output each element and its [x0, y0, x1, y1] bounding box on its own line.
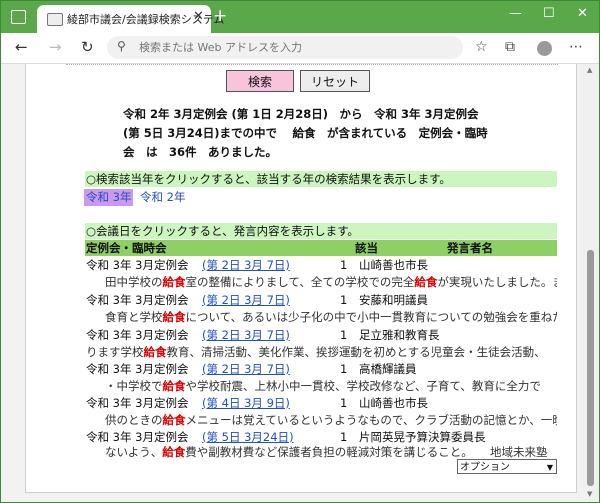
snippet-text: ります学校 — [86, 345, 144, 359]
row1-snippet: 田中学校の給食室の整備によりまして、全ての学校での完全給食が実現いたしました。ま — [105, 274, 557, 290]
option-select[interactable]: オプション ▼ — [457, 459, 557, 474]
row1-hits: 1 — [340, 258, 348, 272]
row2-snippet: 食育と学校給食について、あるいは少子化の中で小中一貫教育についての勉強会を重ねた — [105, 309, 557, 325]
snippet-text: 田中学校の — [105, 275, 163, 289]
table-header: 定例会・臨時会 該当 発言者名 — [85, 240, 557, 256]
page-scrollbar[interactable]: ▲ ▼ — [583, 64, 599, 502]
close-window-icon[interactable]: ✕ — [577, 6, 588, 21]
row2-speaker: 安藤和明議員 — [359, 293, 428, 307]
row1-session: 令和 3年 3月定例会 — [86, 258, 189, 272]
snippet-text: 供のときの — [105, 413, 163, 427]
row1-date-link[interactable]: (第 2日 3月 7日) — [202, 257, 290, 273]
row4-snippet: ・中学校で給食や学校耐震、上林小中一貫校、学校改修など、子育て、教育に全力で — [105, 378, 557, 394]
search-icon: ⚲ — [117, 39, 126, 53]
row3-date-link[interactable]: (第 2日 3月 7日) — [202, 327, 290, 343]
snippet-text: メニューは覚えているというようなもので、クラブ活動の記憶とか、一晩 — [185, 413, 558, 427]
row4-hits: 1 — [340, 362, 348, 376]
keyword-highlight: 給食 — [162, 445, 186, 459]
row5-session: 令和 3年 3月定例会 — [86, 396, 189, 410]
back-arrow-icon[interactable]: ← — [15, 38, 28, 56]
refresh-icon[interactable]: ↻ — [81, 38, 94, 56]
row2-hits: 1 — [340, 293, 348, 307]
row6-hits: 1 — [340, 430, 348, 444]
browser-toolbar: ← → ↻ ⚲ ☆ ⧉ ⋯ — [1, 33, 599, 64]
scrollbar-thumb[interactable] — [587, 250, 594, 486]
address-bar[interactable]: ⚲ — [107, 36, 463, 59]
row5-speaker: 山崎善也市長 — [359, 396, 428, 410]
new-tab-icon[interactable]: + — [213, 6, 227, 26]
snippet-text: 費や副教材費など保護者負担の軽減対策を講じること。 地域未来塾 — [185, 445, 548, 459]
row5-date-link[interactable]: (第 4日 3月 9日) — [202, 395, 290, 411]
title-bar: 綾部市議会/会議録検索システム ✕ + — ☐ ✕ — [1, 1, 599, 33]
divider — [66, 64, 558, 65]
more-menu-icon[interactable]: ⋯ — [569, 39, 583, 55]
reset-button[interactable]: リセット — [300, 70, 370, 92]
option-select-value: オプション — [460, 462, 510, 473]
keyword-highlight: 給食 — [162, 413, 186, 427]
header-hits: 該当 — [355, 241, 378, 255]
snippet-text: 室の整備によりまして、全ての学校での完全 — [185, 275, 415, 289]
minimize-icon[interactable]: — — [509, 6, 522, 21]
snippet-text: が実現いたしました。ま — [437, 275, 557, 289]
row5-hits: 1 — [340, 396, 348, 410]
date-info-text: ○会議日をクリックすると、発言内容を表示します。 — [86, 224, 359, 238]
row2-session: 令和 3年 3月定例会 — [86, 293, 189, 307]
year-info-text: ○検索該当年をクリックすると、該当する年の検索結果を表示します。 — [86, 172, 451, 186]
scroll-up-icon[interactable]: ▲ — [587, 66, 592, 74]
year-link-r3[interactable]: 令和 3年 — [84, 189, 134, 206]
row6-snippet: ないよう、給食費や副教材費など保護者負担の軽減対策を講じること。 地域未来塾 — [105, 444, 557, 460]
scroll-down-icon[interactable]: ▼ — [587, 490, 592, 498]
snippet-text: 教育、清掃活動、美化作業、挨拶運動を初めとする児童会・生徒会活動、 — [166, 345, 546, 359]
keyword-highlight: 給食 — [162, 275, 186, 289]
header-speaker: 発言者名 — [447, 241, 493, 255]
chevron-down-icon: ▼ — [546, 463, 553, 472]
row4-session: 令和 3年 3月定例会 — [86, 362, 189, 376]
row4-speaker: 高橋輝議員 — [359, 362, 417, 376]
window-menu-icon[interactable] — [11, 10, 26, 24]
row3-session: 令和 3年 3月定例会 — [86, 328, 189, 342]
page-favicon-icon — [47, 13, 63, 26]
profile-avatar[interactable] — [537, 41, 552, 56]
browser-window: 綾部市議会/会議録検索システム ✕ + — ☐ ✕ ← → ↻ ⚲ ☆ ⧉ ⋯ … — [0, 0, 600, 503]
snippet-text: 食育と学校 — [105, 310, 163, 324]
row6-date-link[interactable]: (第 5日 3月24日) — [202, 429, 294, 445]
search-result-page: 検索 リセット 令和 2年 3月定例会 (第 1日 2月28日) から 令和 3… — [25, 64, 577, 493]
browser-tab[interactable]: 綾部市議会/会議録検索システム ✕ — [37, 5, 224, 33]
snippet-text: について、あるいは少子化の中で小中一貫教育についての勉強会を重ねた — [185, 310, 558, 324]
row2-date-link[interactable]: (第 2日 3月 7日) — [202, 292, 290, 308]
header-session: 定例会・臨時会 — [86, 241, 167, 255]
row6-session: 令和 3年 3月定例会 — [86, 430, 189, 444]
snippet-text: ないよう、 — [105, 445, 163, 459]
forward-arrow-icon[interactable]: → — [49, 38, 62, 56]
address-input[interactable] — [137, 40, 441, 55]
favorite-star-icon[interactable]: ☆ — [475, 39, 488, 55]
row3-hits: 1 — [340, 328, 348, 342]
row3-speaker: 足立雅和教育長 — [359, 328, 440, 342]
snippet-text: や学校耐震、上林小中一貫校、学校改修など、子育て、教育に全力で — [185, 379, 541, 393]
keyword-highlight: 給食 — [143, 345, 167, 359]
result-summary: 令和 2年 3月定例会 (第 1日 2月28日) から 令和 3年 3月定例会 … — [123, 107, 488, 159]
collections-icon[interactable]: ⧉ — [505, 39, 515, 55]
row3-snippet: ります学校給食教育、清掃活動、美化作業、挨拶運動を初めとする児童会・生徒会活動、 — [86, 344, 557, 360]
snippet-text: ・中学校で — [105, 379, 163, 393]
row6-speaker: 片岡英晃予算決算委員長 — [359, 430, 486, 444]
year-link-r2[interactable]: 令和 2年 — [140, 189, 185, 206]
maximize-icon[interactable]: ☐ — [543, 6, 555, 21]
keyword-highlight: 給食 — [162, 379, 186, 393]
keyword-highlight: 給食 — [162, 310, 186, 324]
page-viewport: 検索 リセット 令和 2年 3月定例会 (第 1日 2月28日) から 令和 3… — [1, 64, 599, 502]
row4-date-link[interactable]: (第 2日 3月 7日) — [202, 361, 290, 377]
tab-close-icon[interactable]: ✕ — [193, 9, 204, 24]
row1-speaker: 山崎善也市長 — [359, 258, 428, 272]
row5-snippet: 供のときの給食メニューは覚えているというようなもので、クラブ活動の記憶とか、一晩 — [105, 412, 557, 428]
keyword-highlight: 給食 — [414, 275, 438, 289]
search-button[interactable]: 検索 — [226, 70, 294, 92]
